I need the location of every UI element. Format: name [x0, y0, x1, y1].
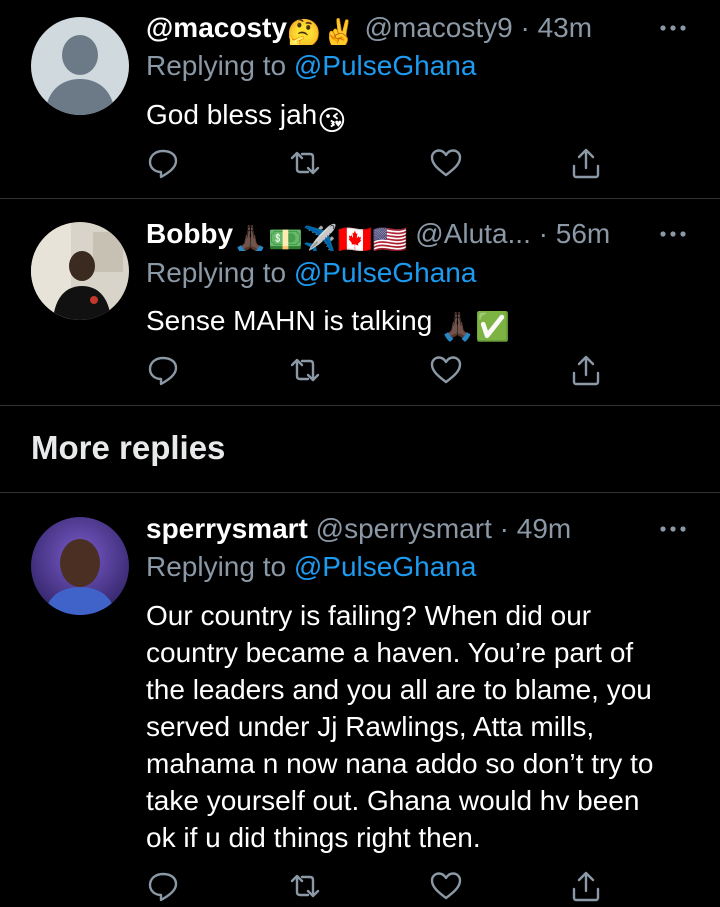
- divider: [0, 492, 720, 493]
- tweet-header: Bobby🙏🏿💵✈️🇨🇦🇺🇸 @Aluta... · 56m: [146, 217, 690, 251]
- tweet-text-line: served under Jj Rawlings, Atta mills,: [146, 711, 595, 742]
- timestamp[interactable]: 49m: [517, 513, 571, 544]
- tweet-text-line: Our country is failing? When did our: [146, 600, 592, 631]
- folded-hands-emoji: 🙏🏿: [233, 224, 268, 251]
- folded-hands-check-emoji: 🙏🏿✅: [440, 311, 510, 342]
- reply-icon[interactable]: [146, 353, 180, 387]
- canada-flag-emoji: 🇨🇦: [337, 224, 373, 251]
- more-replies-heading[interactable]: More replies: [31, 428, 225, 468]
- share-icon[interactable]: [569, 146, 603, 180]
- replying-to: Replying to @PulseGhana: [146, 256, 476, 290]
- display-name[interactable]: sperrysmart: [146, 513, 308, 544]
- more-dots-icon[interactable]: [658, 22, 688, 34]
- display-name[interactable]: @macosty: [146, 12, 287, 43]
- tweet-header: @macosty🤔✌️ @macosty9 · 43m: [146, 11, 690, 45]
- replying-label: Replying to: [146, 50, 287, 81]
- heart-icon[interactable]: [429, 353, 463, 387]
- avatar-sperrysmart[interactable]: [31, 517, 129, 615]
- handle[interactable]: @sperrysmart: [316, 513, 492, 544]
- user-photo-icon: [31, 222, 129, 320]
- replying-to: Replying to @PulseGhana: [146, 49, 476, 83]
- replying-label: Replying to: [146, 551, 287, 582]
- tweet-body: God bless jah😘: [146, 96, 684, 139]
- avatar-default[interactable]: [31, 17, 129, 115]
- separator-dot: ·: [520, 12, 530, 43]
- airplane-emoji: ✈️: [302, 224, 338, 251]
- timestamp[interactable]: 43m: [538, 12, 592, 43]
- tweet-text-line: country became a haven. You’re part of: [146, 637, 634, 668]
- separator-dot: ·: [499, 513, 509, 544]
- default-avatar-icon: [31, 17, 129, 115]
- heart-icon[interactable]: [429, 146, 463, 180]
- more-dots-icon[interactable]: [658, 523, 688, 535]
- victory-hand-emoji: ✌️: [321, 18, 357, 45]
- replying-to: Replying to @PulseGhana: [146, 550, 476, 584]
- usa-flag-emoji: 🇺🇸: [372, 224, 408, 251]
- mention-link[interactable]: @PulseGhana: [294, 50, 477, 81]
- mention-link[interactable]: @PulseGhana: [294, 257, 477, 288]
- tweet-text-line: the leaders and you all are to blame, yo…: [146, 674, 652, 705]
- tweet-text-line: take yourself out. Ghana would hv been: [146, 785, 640, 816]
- divider: [0, 198, 720, 199]
- tweet-text-line: God bless jah: [146, 99, 318, 130]
- heart-icon[interactable]: [429, 869, 463, 903]
- tweet-actions: [146, 353, 606, 387]
- tweet-body: Sense MAHN is talking 🙏🏿✅: [146, 302, 684, 345]
- avatar-bobby[interactable]: [31, 222, 129, 320]
- handle[interactable]: @Aluta...: [415, 218, 531, 249]
- replying-label: Replying to: [146, 257, 287, 288]
- retweet-icon[interactable]: [288, 146, 322, 180]
- tweet-text-line: ok if u did things right then.: [146, 822, 481, 853]
- more-dots-icon[interactable]: [658, 228, 688, 240]
- tweet-actions: [146, 146, 606, 180]
- retweet-icon[interactable]: [288, 869, 322, 903]
- retweet-icon[interactable]: [288, 353, 322, 387]
- share-icon[interactable]: [569, 353, 603, 387]
- display-name[interactable]: Bobby: [146, 218, 233, 249]
- reply-icon[interactable]: [146, 869, 180, 903]
- user-photo-icon: [31, 517, 129, 615]
- kissing-face-emoji: 😘: [317, 105, 347, 136]
- handle[interactable]: @macosty9: [364, 12, 512, 43]
- thinking-face-emoji: 🤔: [286, 18, 322, 45]
- dollar-banknote-emoji: 💵: [267, 224, 303, 251]
- divider: [0, 405, 720, 406]
- tweet-header: sperrysmart @sperrysmart · 49m: [146, 512, 690, 546]
- tweet-actions: [146, 869, 606, 903]
- mention-link[interactable]: @PulseGhana: [294, 551, 477, 582]
- tweet-text-line: Sense MAHN is talking: [146, 305, 433, 336]
- share-icon[interactable]: [569, 869, 603, 903]
- tweet-body: Our country is failing? When did our cou…: [146, 597, 684, 856]
- tweet-text-line: mahama n now nana addo so don’t try to: [146, 748, 654, 779]
- reply-icon[interactable]: [146, 146, 180, 180]
- separator-dot: ·: [538, 218, 548, 249]
- timestamp[interactable]: 56m: [556, 218, 610, 249]
